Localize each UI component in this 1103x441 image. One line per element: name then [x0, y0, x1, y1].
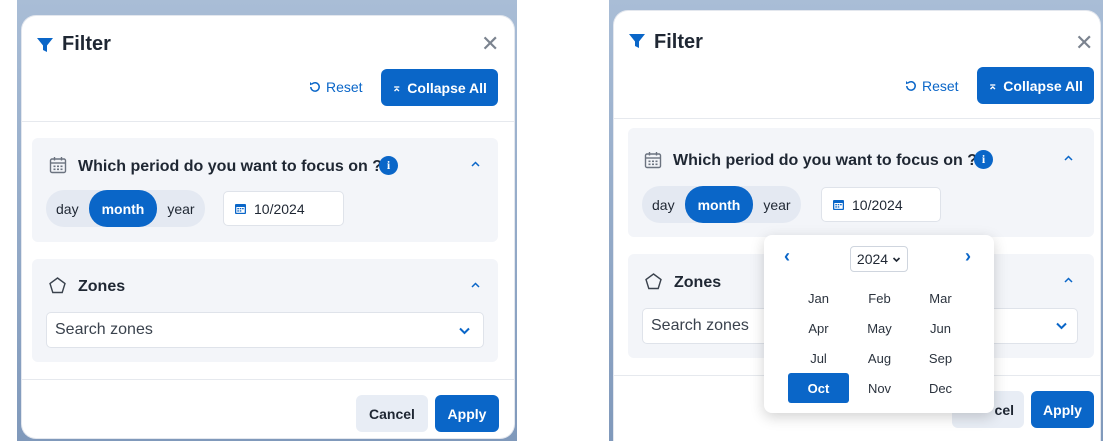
- calendar-icon: [644, 152, 662, 169]
- reset-icon: [310, 82, 320, 92]
- month-option-feb[interactable]: Feb: [849, 283, 910, 313]
- date-value: 10/2024: [254, 200, 305, 217]
- month-option[interactable]: month: [684, 186, 754, 223]
- date-picker-field[interactable]: 10/2024: [821, 187, 941, 222]
- panel-title: Filter: [654, 31, 703, 53]
- reset-label: Reset: [922, 78, 959, 94]
- chevron-up-icon[interactable]: [1064, 276, 1073, 285]
- date-picker-field[interactable]: 10/2024: [223, 191, 344, 226]
- reset-label: Reset: [326, 79, 363, 95]
- apply-button[interactable]: Apply: [1031, 391, 1094, 428]
- month-option-sep[interactable]: Sep: [910, 343, 971, 373]
- zones-search-input[interactable]: Search zones: [46, 312, 484, 348]
- period-granularity-toggle: day month year: [642, 186, 801, 223]
- panel-title: Filter: [62, 33, 111, 55]
- chevron-down-icon[interactable]: [458, 324, 471, 337]
- month-option-oct[interactable]: Oct: [788, 373, 849, 403]
- zones-section: Zones Search zones: [32, 259, 498, 362]
- filter-panel: Filter ✕ Reset ⌅ Collapse All Which peri…: [22, 16, 514, 438]
- zones-title: Zones: [78, 278, 126, 295]
- chevron-up-icon[interactable]: [471, 160, 480, 169]
- chevron-down-icon[interactable]: [1055, 319, 1068, 332]
- cancel-label-partial: cel: [994, 401, 1014, 418]
- zones-search-placeholder: Search zones: [651, 317, 749, 334]
- chevron-up-icon[interactable]: [1064, 154, 1073, 163]
- calendar-small-icon: [235, 204, 246, 214]
- period-title: Which period do you want to focus on ?: [673, 152, 977, 169]
- year-value: 2024: [856, 251, 889, 267]
- date-value: 10/2024: [852, 196, 903, 213]
- period-section: Which period do you want to focus on ? i…: [32, 138, 498, 242]
- footer-divider: [22, 379, 514, 380]
- apply-label: Apply: [447, 405, 487, 422]
- collapse-all-label: Collapse All: [407, 79, 487, 96]
- pentagon-icon: [645, 273, 662, 290]
- filter-icon: [629, 34, 645, 48]
- reset-icon: [906, 81, 916, 91]
- pentagon-icon: [49, 277, 66, 294]
- chevron-down-icon: [893, 256, 901, 262]
- year-option[interactable]: year: [753, 186, 800, 223]
- month-option-mar[interactable]: Mar: [910, 283, 971, 313]
- period-section: Which period do you want to focus on ? i…: [628, 128, 1094, 237]
- collapse-icon: ⌅: [392, 82, 402, 94]
- header-divider: [614, 118, 1100, 119]
- year-select[interactable]: 2024: [850, 246, 908, 272]
- month-option-jun[interactable]: Jun: [910, 313, 971, 343]
- year-option[interactable]: year: [157, 190, 204, 227]
- cancel-button[interactable]: Cancel: [356, 395, 428, 432]
- period-title: Which period do you want to focus on ?: [78, 158, 382, 175]
- info-icon[interactable]: i: [379, 156, 398, 175]
- close-icon[interactable]: ✕: [481, 33, 499, 55]
- month-option-jul[interactable]: Jul: [788, 343, 849, 373]
- calendar-icon: [49, 157, 67, 174]
- collapse-all-label: Collapse All: [1003, 77, 1083, 94]
- month-option-nov[interactable]: Nov: [849, 373, 910, 403]
- zones-title: Zones: [674, 274, 722, 291]
- month-option-jan[interactable]: Jan: [788, 283, 849, 313]
- collapse-all-button[interactable]: ⌅ Collapse All: [381, 69, 498, 106]
- day-option[interactable]: day: [642, 186, 685, 223]
- calendar-small-icon: [833, 200, 844, 210]
- apply-label: Apply: [1043, 401, 1082, 418]
- reset-button[interactable]: Reset: [309, 79, 363, 95]
- month-option-dec[interactable]: Dec: [910, 373, 971, 403]
- previous-year-icon[interactable]: ‹: [784, 246, 790, 267]
- period-granularity-toggle: day month year: [46, 190, 205, 227]
- month-picker-popup: ‹ 2024 › Jan Feb Mar Apr May Jun Jul Aug Sep Oct N…: [764, 235, 994, 413]
- header-divider: [22, 121, 514, 122]
- collapse-icon: ⌅: [988, 80, 998, 92]
- apply-button[interactable]: Apply: [435, 395, 499, 432]
- next-year-icon[interactable]: ›: [965, 246, 971, 267]
- month-option-aug[interactable]: Aug: [849, 343, 910, 373]
- filter-icon: [37, 38, 53, 52]
- month-option[interactable]: month: [88, 190, 158, 227]
- month-option-may[interactable]: May: [849, 313, 910, 343]
- reset-button[interactable]: Reset: [905, 78, 959, 94]
- day-option[interactable]: day: [46, 190, 89, 227]
- month-grid: Jan Feb Mar Apr May Jun Jul Aug Sep Oct Nov Dec: [788, 283, 974, 403]
- close-icon[interactable]: ✕: [1075, 32, 1093, 54]
- info-icon[interactable]: i: [974, 150, 993, 169]
- collapse-all-button[interactable]: ⌅ Collapse All: [977, 67, 1094, 104]
- zones-search-placeholder: Search zones: [55, 321, 153, 338]
- chevron-up-icon[interactable]: [471, 281, 480, 290]
- month-option-apr[interactable]: Apr: [788, 313, 849, 343]
